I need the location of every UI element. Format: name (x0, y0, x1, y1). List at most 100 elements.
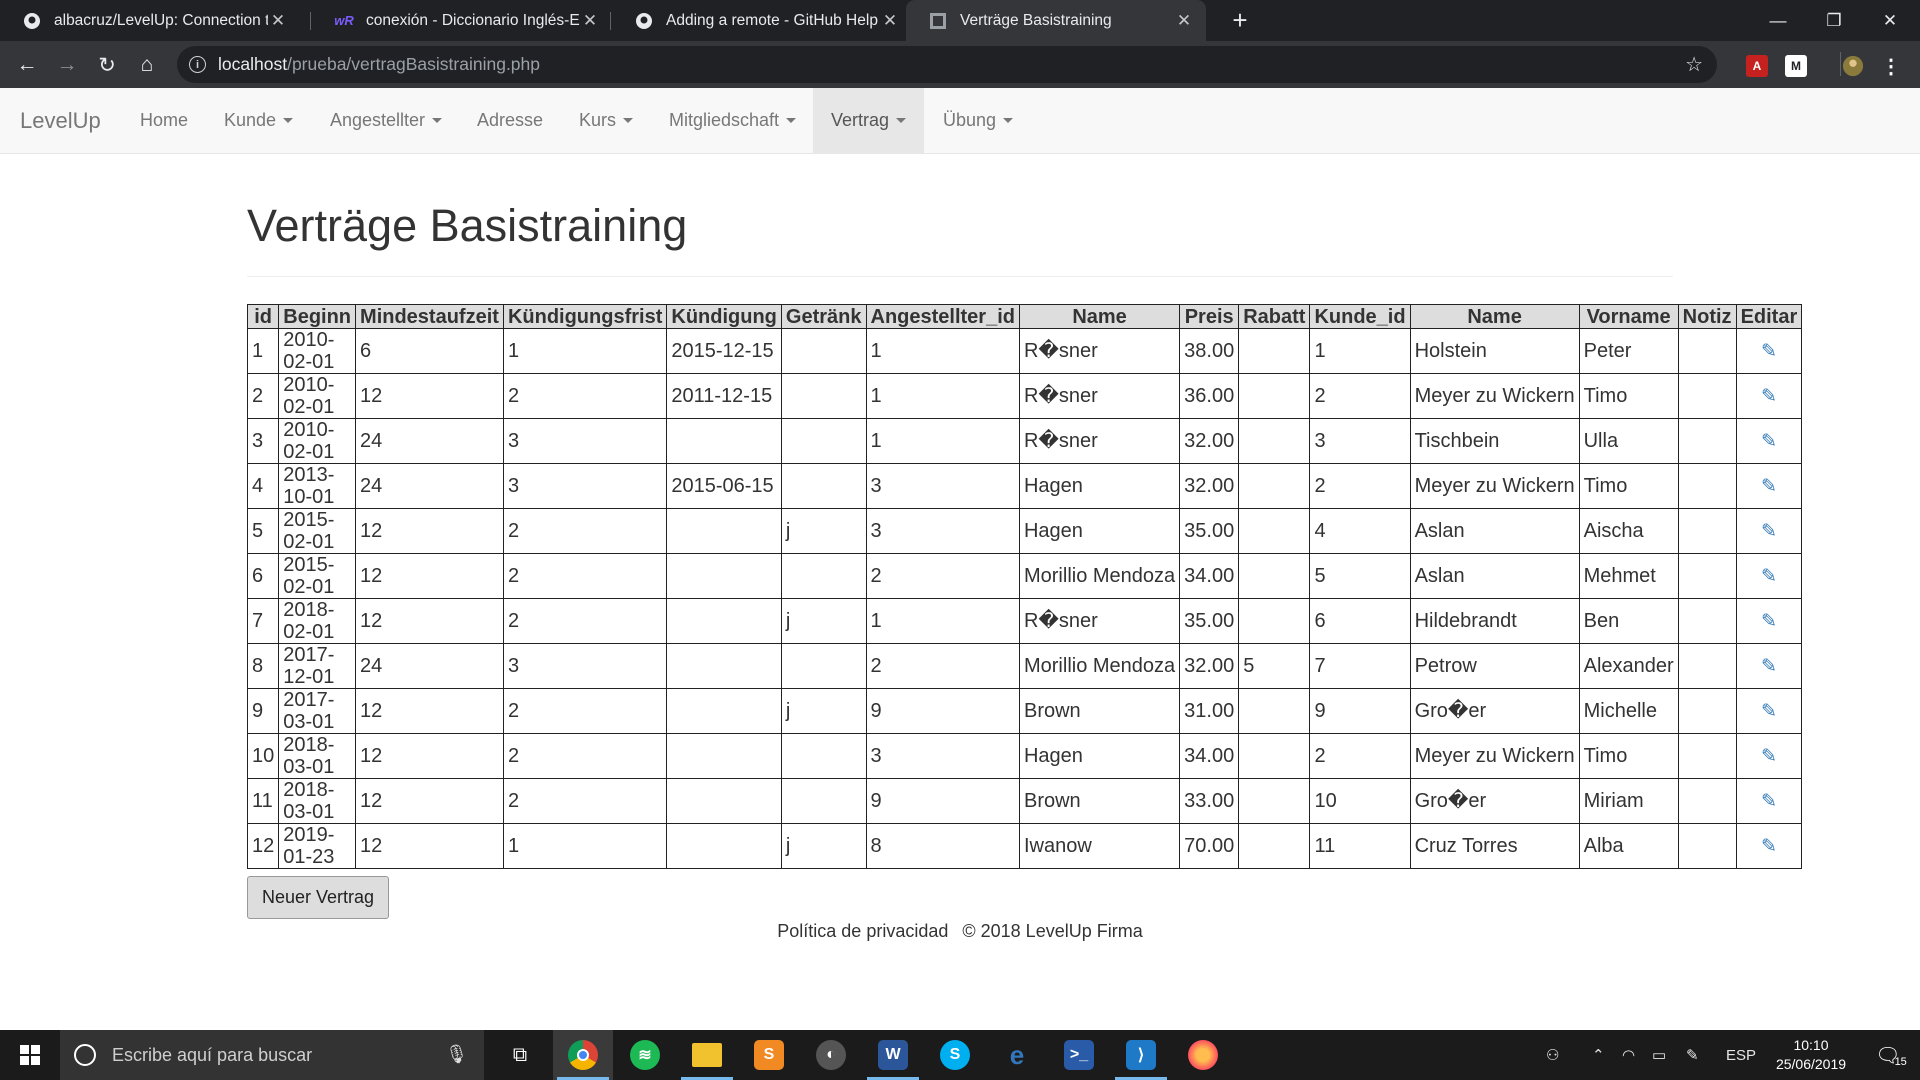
table-cell: Timo (1578, 373, 1679, 419)
chrome-menu-icon[interactable]: ⋮ (1880, 55, 1902, 78)
forward-arrow-icon[interactable]: → (49, 47, 85, 83)
edit-icon[interactable]: ✎ (1761, 611, 1777, 633)
nav-item-uebung[interactable]: Übung (925, 88, 1031, 153)
table-cell: 3 (246, 418, 280, 464)
system-clock[interactable]: 10:10 25/06/2019 (1766, 1036, 1856, 1074)
address-bar[interactable]: i localhost/prueba/vertragBasistraining.… (177, 46, 1717, 83)
privacy-policy-link[interactable]: Política de privacidad (777, 921, 948, 941)
nav-item-kunde[interactable]: Kunde (206, 88, 311, 153)
edit-icon[interactable]: ✎ (1761, 476, 1777, 498)
taskbar-vscode[interactable]: ⟩ (1111, 1030, 1171, 1080)
column-header: Mindestaufzeit (355, 304, 504, 329)
taskbar-skype[interactable]: S (925, 1030, 985, 1080)
brand-logo[interactable]: LevelUp (20, 108, 101, 134)
table-cell: j (780, 823, 867, 869)
nav-item-angestellter[interactable]: Angestellter (312, 88, 460, 153)
table-cell (1677, 823, 1737, 869)
nav-item-adresse[interactable]: Adresse (459, 88, 561, 153)
close-icon[interactable]: ✕ (1174, 11, 1194, 31)
table-cell: 2017-03-01 (278, 688, 357, 734)
show-hidden-icons-chevron[interactable]: ⌃ (1592, 1030, 1605, 1080)
taskbar-firefox[interactable] (1173, 1030, 1233, 1080)
edit-icon[interactable]: ✎ (1761, 341, 1777, 363)
taskbar-word[interactable]: W (863, 1030, 923, 1080)
taskbar-edge[interactable]: e (987, 1030, 1047, 1080)
edit-icon[interactable]: ✎ (1761, 656, 1777, 678)
close-icon[interactable]: ✕ (268, 11, 288, 31)
table-cell: 12 (355, 598, 504, 644)
table-cell: 3 (865, 463, 1020, 509)
taskbar-chrome[interactable] (553, 1030, 613, 1080)
taskbar-file-explorer[interactable] (677, 1030, 737, 1080)
contracts-table: id Beginn Mindestaufzeit Kündigungsfrist Kün… (246, 304, 1803, 869)
restore-icon[interactable]: ❐ (1804, 0, 1864, 41)
table-cell (780, 418, 867, 464)
nav-item-mitgliedschaft[interactable]: Mitgliedschaft (651, 88, 814, 153)
edit-icon[interactable]: ✎ (1761, 386, 1777, 408)
table-row: 1 2010-02-01 6 1 2015-12-15 1 R�sner 38.00 1 Hols… (246, 328, 1803, 374)
table-cell: Brown (1018, 688, 1181, 734)
taskbar-app-6[interactable]: ◐ (801, 1030, 861, 1080)
new-tab-button[interactable]: + (1222, 0, 1258, 41)
pdf-extension-icon[interactable]: A (1746, 55, 1768, 77)
table-cell: 33.00 (1179, 778, 1240, 824)
close-icon[interactable]: ✕ (580, 11, 600, 31)
windows-start-button[interactable] (0, 1030, 60, 1080)
table-cell: Iwanow (1018, 823, 1181, 869)
edit-icon[interactable]: ✎ (1761, 431, 1777, 453)
table-cell: Tischbein (1409, 418, 1580, 464)
window-close-icon[interactable]: ✕ (1860, 0, 1920, 41)
table-cell: 2 (502, 373, 668, 419)
close-icon[interactable]: ✕ (880, 11, 900, 31)
profile-avatar[interactable] (1842, 55, 1864, 77)
wifi-icon[interactable]: ◠ (1622, 1030, 1635, 1080)
table-cell: Aslan (1409, 553, 1580, 599)
edit-icon[interactable]: ✎ (1761, 701, 1777, 723)
task-view-icon[interactable]: ⧉ (490, 1030, 550, 1080)
reload-icon[interactable]: ↻ (89, 47, 125, 83)
home-icon[interactable]: ⌂ (129, 47, 165, 83)
taskbar-powershell[interactable]: >_ (1049, 1030, 1109, 1080)
page-title: Verträge Basistraining (247, 200, 688, 251)
battery-icon[interactable]: ▭ (1652, 1030, 1666, 1080)
table-cell: j (780, 598, 867, 644)
nav-item-kurs[interactable]: Kurs (561, 88, 651, 153)
edit-icon[interactable]: ✎ (1761, 566, 1777, 588)
taskbar-sublime[interactable]: S (739, 1030, 799, 1080)
caret-down-icon (786, 118, 797, 123)
site-info-icon[interactable]: i (189, 56, 206, 73)
nav-item-home[interactable]: Home (122, 88, 206, 153)
edit-icon[interactable]: ✎ (1761, 521, 1777, 543)
pen-icon[interactable]: ✎ (1686, 1030, 1699, 1080)
nav-item-vertrag[interactable]: Vertrag (813, 88, 924, 153)
edit-icon[interactable]: ✎ (1761, 836, 1777, 858)
table-cell (666, 778, 782, 824)
column-header: Preis (1179, 304, 1240, 329)
action-center-icon[interactable]: 🗨 15 (1862, 1030, 1920, 1080)
table-cell: Brown (1018, 778, 1181, 824)
edit-icon[interactable]: ✎ (1761, 791, 1777, 813)
bookmark-star-icon[interactable]: ☆ (1685, 52, 1703, 77)
table-cell: R�sner (1018, 328, 1181, 374)
table-cell (1677, 418, 1737, 464)
extension-icon[interactable]: M (1785, 55, 1807, 77)
new-contract-button[interactable]: Neuer Vertrag (247, 876, 389, 919)
browser-tab-1[interactable]: albacruz/LevelUp: Connection to ✕ (0, 0, 300, 41)
browser-tab-4[interactable]: Verträge Basistraining ✕ (906, 0, 1206, 41)
back-arrow-icon[interactable]: ← (9, 47, 45, 83)
input-language[interactable]: ESP (1726, 1030, 1756, 1080)
table-cell: 2015-02-01 (278, 553, 357, 599)
taskbar-search-box[interactable]: Escribe aquí para buscar 🎙 (60, 1030, 484, 1080)
edit-icon[interactable]: ✎ (1761, 746, 1777, 768)
taskbar-spotify[interactable]: ≋ (615, 1030, 675, 1080)
browser-tab-2[interactable]: wR conexión - Diccionario Inglés-Esp ✕ (312, 0, 612, 41)
table-cell: 2010-02-01 (278, 328, 357, 374)
table-cell: 1 (865, 373, 1020, 419)
people-icon[interactable]: ⚇ (1546, 1030, 1559, 1080)
table-cell: 24 (355, 418, 504, 464)
microphone-icon[interactable]: 🎙 (445, 1044, 468, 1065)
minimize-icon[interactable]: — (1748, 0, 1808, 41)
table-cell: Holstein (1409, 328, 1580, 374)
table-cell: 2018-02-01 (278, 598, 357, 644)
browser-tab-3[interactable]: Adding a remote - GitHub Help ✕ (612, 0, 912, 41)
